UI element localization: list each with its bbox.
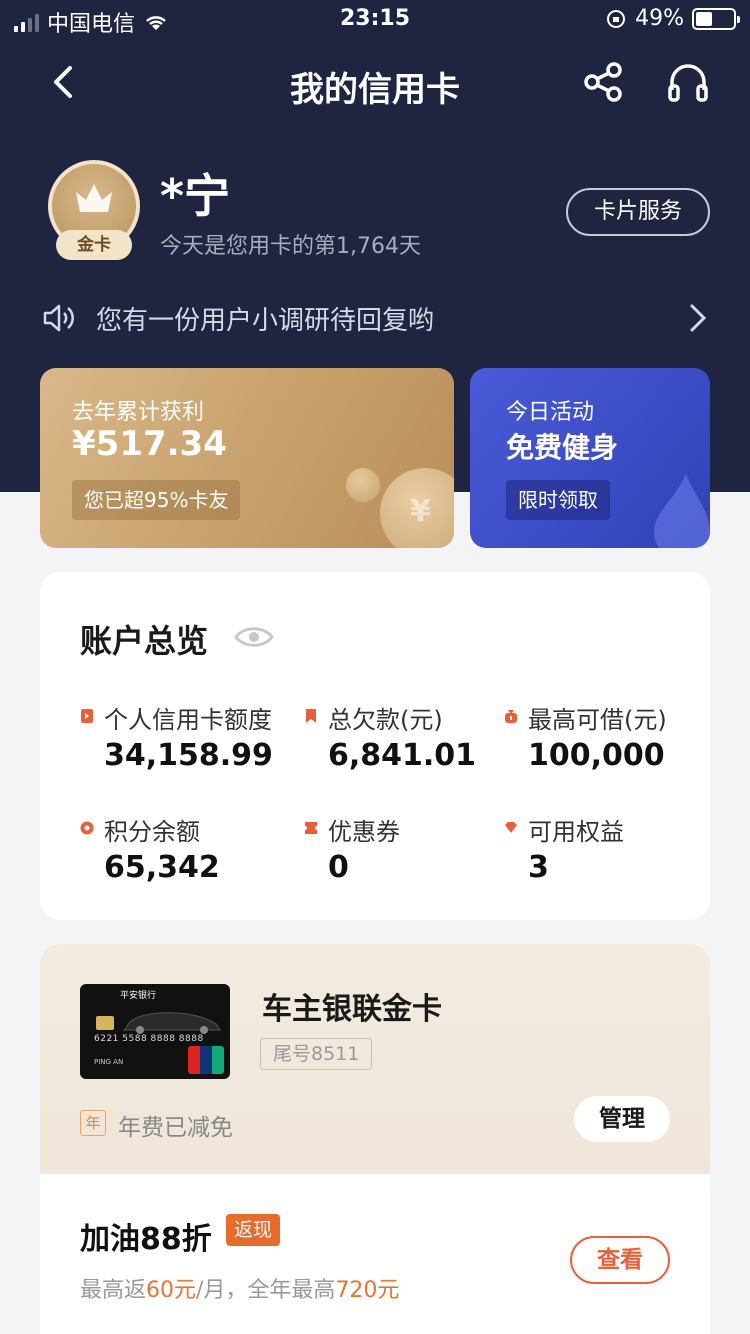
card-bank-name: 平安银行	[120, 991, 157, 1001]
card-number: 6221 5588 8888 8888	[94, 1034, 204, 1044]
speaker-icon	[43, 304, 74, 332]
stat-value: 65,342	[104, 850, 220, 885]
activity-headline: 免费健身	[506, 431, 619, 464]
share-icon[interactable]	[582, 60, 626, 104]
eye-icon[interactable]	[234, 622, 274, 652]
profit-label: 去年累计获利	[72, 400, 205, 425]
credit-card-panel[interactable]: 平安银行 6221 5588 8888 8888 PING AN 车主银联金卡 …	[40, 944, 710, 1174]
stat-label: 可用权益	[528, 818, 624, 846]
points-icon	[80, 821, 94, 835]
stat-label: 最高可借(元)	[528, 706, 667, 734]
stat-label: 优惠券	[328, 818, 400, 846]
unionpay-logo	[188, 1046, 224, 1074]
card-holder: PING AN	[94, 1058, 124, 1066]
stat-value: 6,841.01	[328, 738, 477, 773]
profit-amount: ¥517.34	[72, 424, 227, 464]
battery-icon	[692, 7, 740, 30]
card-chip	[96, 1016, 114, 1030]
chevron-right-icon	[690, 304, 707, 332]
headset-icon[interactable]	[666, 60, 710, 104]
annual-profit-card[interactable]: ¥ 去年累计获利 ¥517.34 您已超95%卡友	[40, 368, 454, 548]
stat-label: 积分余额	[104, 818, 200, 846]
overview-title: 账户总览	[80, 622, 209, 660]
daily-activity-card[interactable]: 今日活动 免费健身 限时领取	[470, 368, 710, 548]
page-title: 我的信用卡	[290, 70, 460, 110]
view-button[interactable]: 查看	[570, 1236, 670, 1284]
coin-decoration	[346, 468, 380, 502]
card-tail-number: 尾号8511	[260, 1038, 373, 1070]
activity-label: 今日活动	[506, 400, 595, 425]
credit-limit-icon	[81, 709, 93, 723]
status-bar: 中国电信 23:15 49%	[0, 0, 750, 40]
annual-fee-text: 年费已减免	[118, 1115, 233, 1141]
credit-card-image: 平安银行 6221 5588 8888 8888 PING AN	[80, 984, 230, 1079]
nav-bar: 我的信用卡	[0, 52, 750, 116]
stat-label: 个人信用卡额度	[104, 706, 272, 734]
notice-bar[interactable]: 您有一份用户小调研待回复哟	[42, 296, 710, 340]
stat-value: 0	[328, 850, 349, 885]
annual-fee-icon: 年	[80, 1110, 106, 1136]
usage-days-text: 今天是您用卡的第1,764天	[160, 234, 421, 259]
notice-text: 您有一份用户小调研待回复哟	[96, 306, 435, 336]
fuel-offer-panel[interactable]: 加油88折 返现 最高返60元/月，全年最高720元 查看	[40, 1174, 710, 1334]
activity-tag: 限时领取	[506, 480, 610, 520]
card-service-button[interactable]: 卡片服务	[566, 188, 710, 236]
coupon-icon	[305, 822, 317, 834]
stat-value: 34,158.99	[104, 738, 273, 773]
account-overview-card: 账户总览 个人信用卡额度 34,158.99 总欠款(元) 6,841.01 最…	[40, 572, 710, 920]
rotation-lock-icon	[607, 9, 626, 28]
money-bag-icon	[505, 710, 517, 723]
diamond-icon	[505, 822, 517, 833]
manage-button[interactable]: 管理	[574, 1096, 670, 1142]
offer-title: 加油88折	[80, 1222, 212, 1257]
coin-icon: ¥	[380, 468, 454, 548]
stat-label: 总欠款(元)	[328, 706, 443, 734]
stat-value: 100,000	[528, 738, 665, 773]
member-level-badge: 金卡	[56, 230, 132, 260]
cashback-badge: 返现	[226, 1214, 281, 1246]
battery-percent: 49%	[635, 6, 684, 31]
profit-rank-tag: 您已超95%卡友	[72, 480, 241, 520]
bookmark-icon	[306, 709, 316, 723]
stat-value: 3	[528, 850, 549, 885]
offer-description: 最高返60元/月，全年最高720元	[80, 1278, 400, 1303]
card-name: 车主银联金卡	[262, 992, 442, 1027]
car-illustration	[122, 1012, 221, 1034]
water-drop-icon	[654, 474, 710, 548]
crown-icon	[76, 184, 112, 212]
user-name: *宁	[160, 169, 231, 223]
